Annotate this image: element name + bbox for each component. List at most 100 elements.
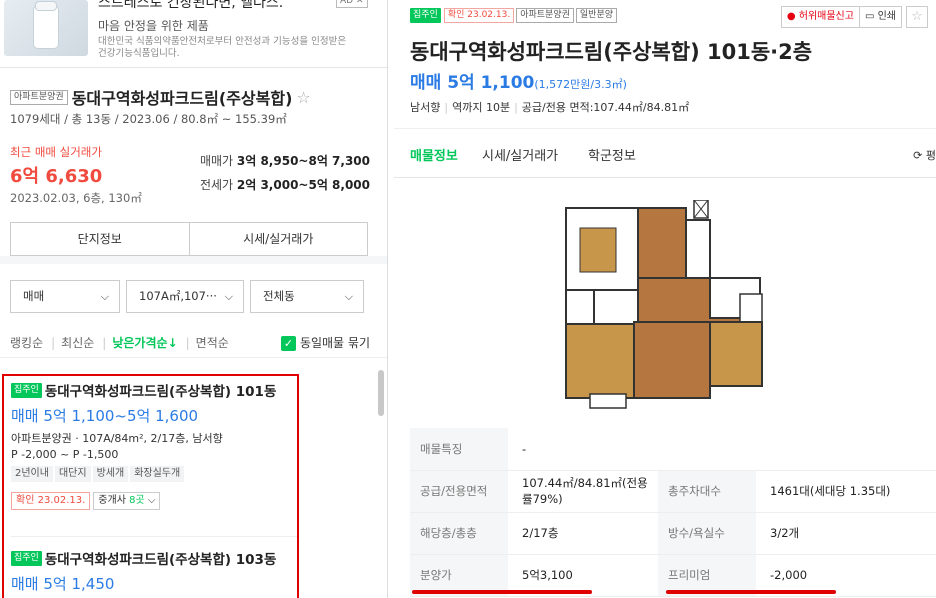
complex-name: 동대구역화성파크드림(주상복합)	[71, 89, 293, 108]
agents-label: 중개사	[98, 495, 130, 506]
detail-tabs: 매물정보 시세/실거래가 학군정보 ⟳ 평	[394, 128, 936, 178]
table-label: 해당층/총층	[410, 512, 508, 555]
sale-price-label: 매매가	[199, 154, 234, 168]
sort-bar: 랭킹순 | 최신순 | 낮은가격순↓ | 면적순 ✓ 동일매물 묶기	[0, 328, 387, 358]
feature-chip: 방세개	[92, 466, 129, 482]
ad-title: 스트레스로 긴장된다면, 엘다스.	[98, 0, 284, 11]
complex-type-tag: 아파트분양권	[10, 89, 68, 105]
agents-count: 8곳	[129, 495, 145, 506]
table-value: 1461대(세대당 1.35대)	[756, 470, 936, 513]
confirm-date-tag: 확인 23.02.13.	[443, 8, 515, 23]
dong-select[interactable]: 전체동 ⌵	[250, 280, 364, 313]
detail-tags: 집주인 확인 23.02.13. 아파트분양권 일반분양	[410, 8, 618, 23]
recent-trade-date: 2023.02.03, 6층, 130㎡	[10, 191, 142, 205]
table-row: 매물특징 -	[410, 428, 936, 471]
property-type-tag: 아파트분양권	[516, 8, 574, 23]
listing-title: 동대구역화성파크드림(주상복합) 101동	[44, 384, 277, 400]
lease-price-range: 전세가 2억 3,000~5억 8,000	[200, 176, 370, 193]
sort-latest[interactable]: 최신순	[61, 336, 94, 350]
sort-low-price[interactable]: 낮은가격순↓	[112, 336, 177, 350]
detail-info: 남서향 | 역까지 10분 | 공급/전용 면적:107.44㎡/84.81㎡	[410, 101, 690, 114]
complex-buttons: 단지정보 시세/실거래가	[10, 222, 368, 256]
complex-info-button[interactable]: 단지정보	[11, 223, 189, 255]
report-label: 허위매물신고	[798, 11, 854, 22]
highlight-underline	[666, 590, 836, 594]
confirm-date-badge: 확인 23.02.13.	[11, 492, 91, 510]
area-value: 107A㎡,107···	[139, 289, 217, 303]
listing-price: 매매 5억 1,100~5억 1,600	[11, 407, 199, 425]
direction: 남서향	[410, 101, 441, 114]
ad-description: 대한민국 식품의약품안전처로부터 안전성과 기능성을 인정받은 건강기능식품입니…	[98, 36, 347, 59]
listing-spec: 아파트분양권 · 107A/84m², 2/17층, 남서향	[11, 432, 223, 445]
area-info: 공급/전용 면적:107.44㎡/84.81㎡	[521, 101, 690, 114]
print-icon: ▭	[864, 11, 875, 22]
lease-price-value: 2억 3,000~5억 8,000	[236, 178, 370, 192]
sale-type-tag: 일반분양	[575, 8, 618, 23]
price-history-button[interactable]: 시세/실거래가	[188, 223, 368, 255]
sort-options: 랭킹순 | 최신순 | 낮은가격순↓ | 면적순	[10, 336, 229, 350]
listing-item[interactable]: 집주인 동대구역화성파크드림(주상복합) 103동 매매 5억 1,450	[11, 548, 297, 594]
left-panel: 스트레스로 긴장된다면, 엘다스. 마음 안정을 위한 제품 대한민국 식품의약…	[0, 0, 388, 598]
chevron-down-icon: ⌵	[100, 290, 109, 303]
ad-banner[interactable]: 스트레스로 긴장된다면, 엘다스. 마음 안정을 위한 제품 대한민국 식품의약…	[0, 0, 387, 68]
detail-price-row: 매매 5억 1,100(1,572만원/3.3㎡)	[410, 68, 627, 93]
listing-detail-panel: 집주인 확인 23.02.13. 아파트분양권 일반분양 ● 허위매물신고 ▭ 인쇄 ☆ …	[394, 0, 936, 598]
lease-price-label: 전세가	[199, 178, 234, 192]
listing-list: 집주인 동대구역화성파크드림(주상복합) 101동 매매 5억 1,100~5억 …	[2, 374, 299, 598]
group-same-listings-checkbox[interactable]: ✓ 동일매물 묶기	[280, 334, 370, 351]
chevron-down-icon: ⌵	[344, 290, 353, 303]
listing-premium: P -2,000 ~ P -1,500	[11, 448, 119, 461]
table-label: 총주차대수	[658, 470, 756, 513]
detail-tools: ● 허위매물신고 ▭ 인쇄 ☆	[780, 6, 928, 28]
listing-chips: 2년이내 대단지 방세개 화장실두개	[11, 465, 297, 482]
table-value: 3/2개	[756, 512, 936, 555]
table-value: -	[508, 428, 936, 471]
table-label: 공급/전용면적	[410, 470, 508, 513]
pyeong-toggle-button[interactable]: ⟳ 평	[913, 147, 936, 163]
scrollbar-thumb[interactable]	[378, 370, 384, 416]
highlight-underline	[412, 590, 592, 594]
agents-dropdown[interactable]: 중개사 8곳 ⌵	[93, 492, 161, 510]
sale-price-range: 매매가 3억 8,950~8억 7,300	[200, 152, 370, 169]
tab-school-info[interactable]: 학군정보	[588, 145, 636, 164]
station-distance: 역까지 10분	[452, 101, 511, 114]
listing-title: 동대구역화성파크드림(주상복합) 103동	[44, 552, 277, 568]
sort-ranking[interactable]: 랭킹순	[10, 336, 43, 350]
owner-tag: 집주인	[410, 8, 441, 23]
sale-price-value: 3억 8,950~8억 7,300	[236, 154, 370, 168]
owner-tag: 집주인	[11, 382, 42, 398]
complex-summary: 아파트분양권 동대구역화성파크드림(주상복합) ☆ 1079세대 / 총 13동 /…	[0, 68, 387, 264]
listing-item[interactable]: 집주인 동대구역화성파크드림(주상복합) 101동 매매 5억 1,100~5억 …	[11, 380, 297, 510]
tab-listing-info[interactable]: 매물정보	[410, 145, 458, 164]
floor-plan-image[interactable]	[564, 200, 772, 410]
detail-price: 매매 5억 1,100	[410, 73, 535, 93]
table-row: 공급/전용면적 107.44㎡/84.81㎡(전용률79%) 총주차대수 146…	[410, 470, 936, 513]
detail-info-table: 매물특징 - 공급/전용면적 107.44㎡/84.81㎡(전용률79%) 총주…	[410, 428, 936, 597]
report-button[interactable]: ● 허위매물신고	[780, 6, 860, 28]
tab-price-history[interactable]: 시세/실거래가	[482, 145, 558, 164]
listing-divider	[11, 536, 297, 537]
checkbox-check-icon: ✓	[280, 336, 296, 351]
group-same-listings-label: 동일매물 묶기	[299, 336, 370, 350]
recent-trade-price: 6억 6,630	[10, 166, 103, 187]
print-button[interactable]: ▭ 인쇄	[859, 6, 902, 28]
recent-trade-label: 최근 매매 실거래가	[10, 145, 102, 159]
favorite-star-icon[interactable]: ☆	[906, 6, 928, 28]
sort-area[interactable]: 면적순	[196, 336, 229, 350]
trade-type-select[interactable]: 매매 ⌵	[10, 280, 120, 313]
siren-icon: ●	[786, 11, 796, 22]
area-select[interactable]: 107A㎡,107··· ⌵	[126, 280, 244, 313]
feature-chip: 화장실두개	[130, 466, 185, 482]
listing-price: 매매 5억 1,450	[11, 575, 115, 593]
table-label: 매물특징	[410, 428, 508, 471]
complex-name-row: 아파트분양권 동대구역화성파크드림(주상복합) ☆	[10, 85, 311, 109]
favorite-star-icon[interactable]: ☆	[296, 88, 310, 107]
owner-tag: 집주인	[11, 550, 42, 566]
ad-close-button[interactable]: AD ✕	[336, 0, 368, 8]
filter-bar: 매매 ⌵ 107A㎡,107··· ⌵ 전체동 ⌵	[10, 280, 370, 313]
feature-chip: 2년이내	[11, 466, 53, 482]
table-row: 해당층/총층 2/17층 방수/욕실수 3/2개	[410, 512, 936, 555]
print-label: 인쇄	[877, 11, 896, 22]
chevron-down-icon: ⌵	[224, 290, 233, 303]
table-value: 2/17층	[508, 512, 658, 555]
